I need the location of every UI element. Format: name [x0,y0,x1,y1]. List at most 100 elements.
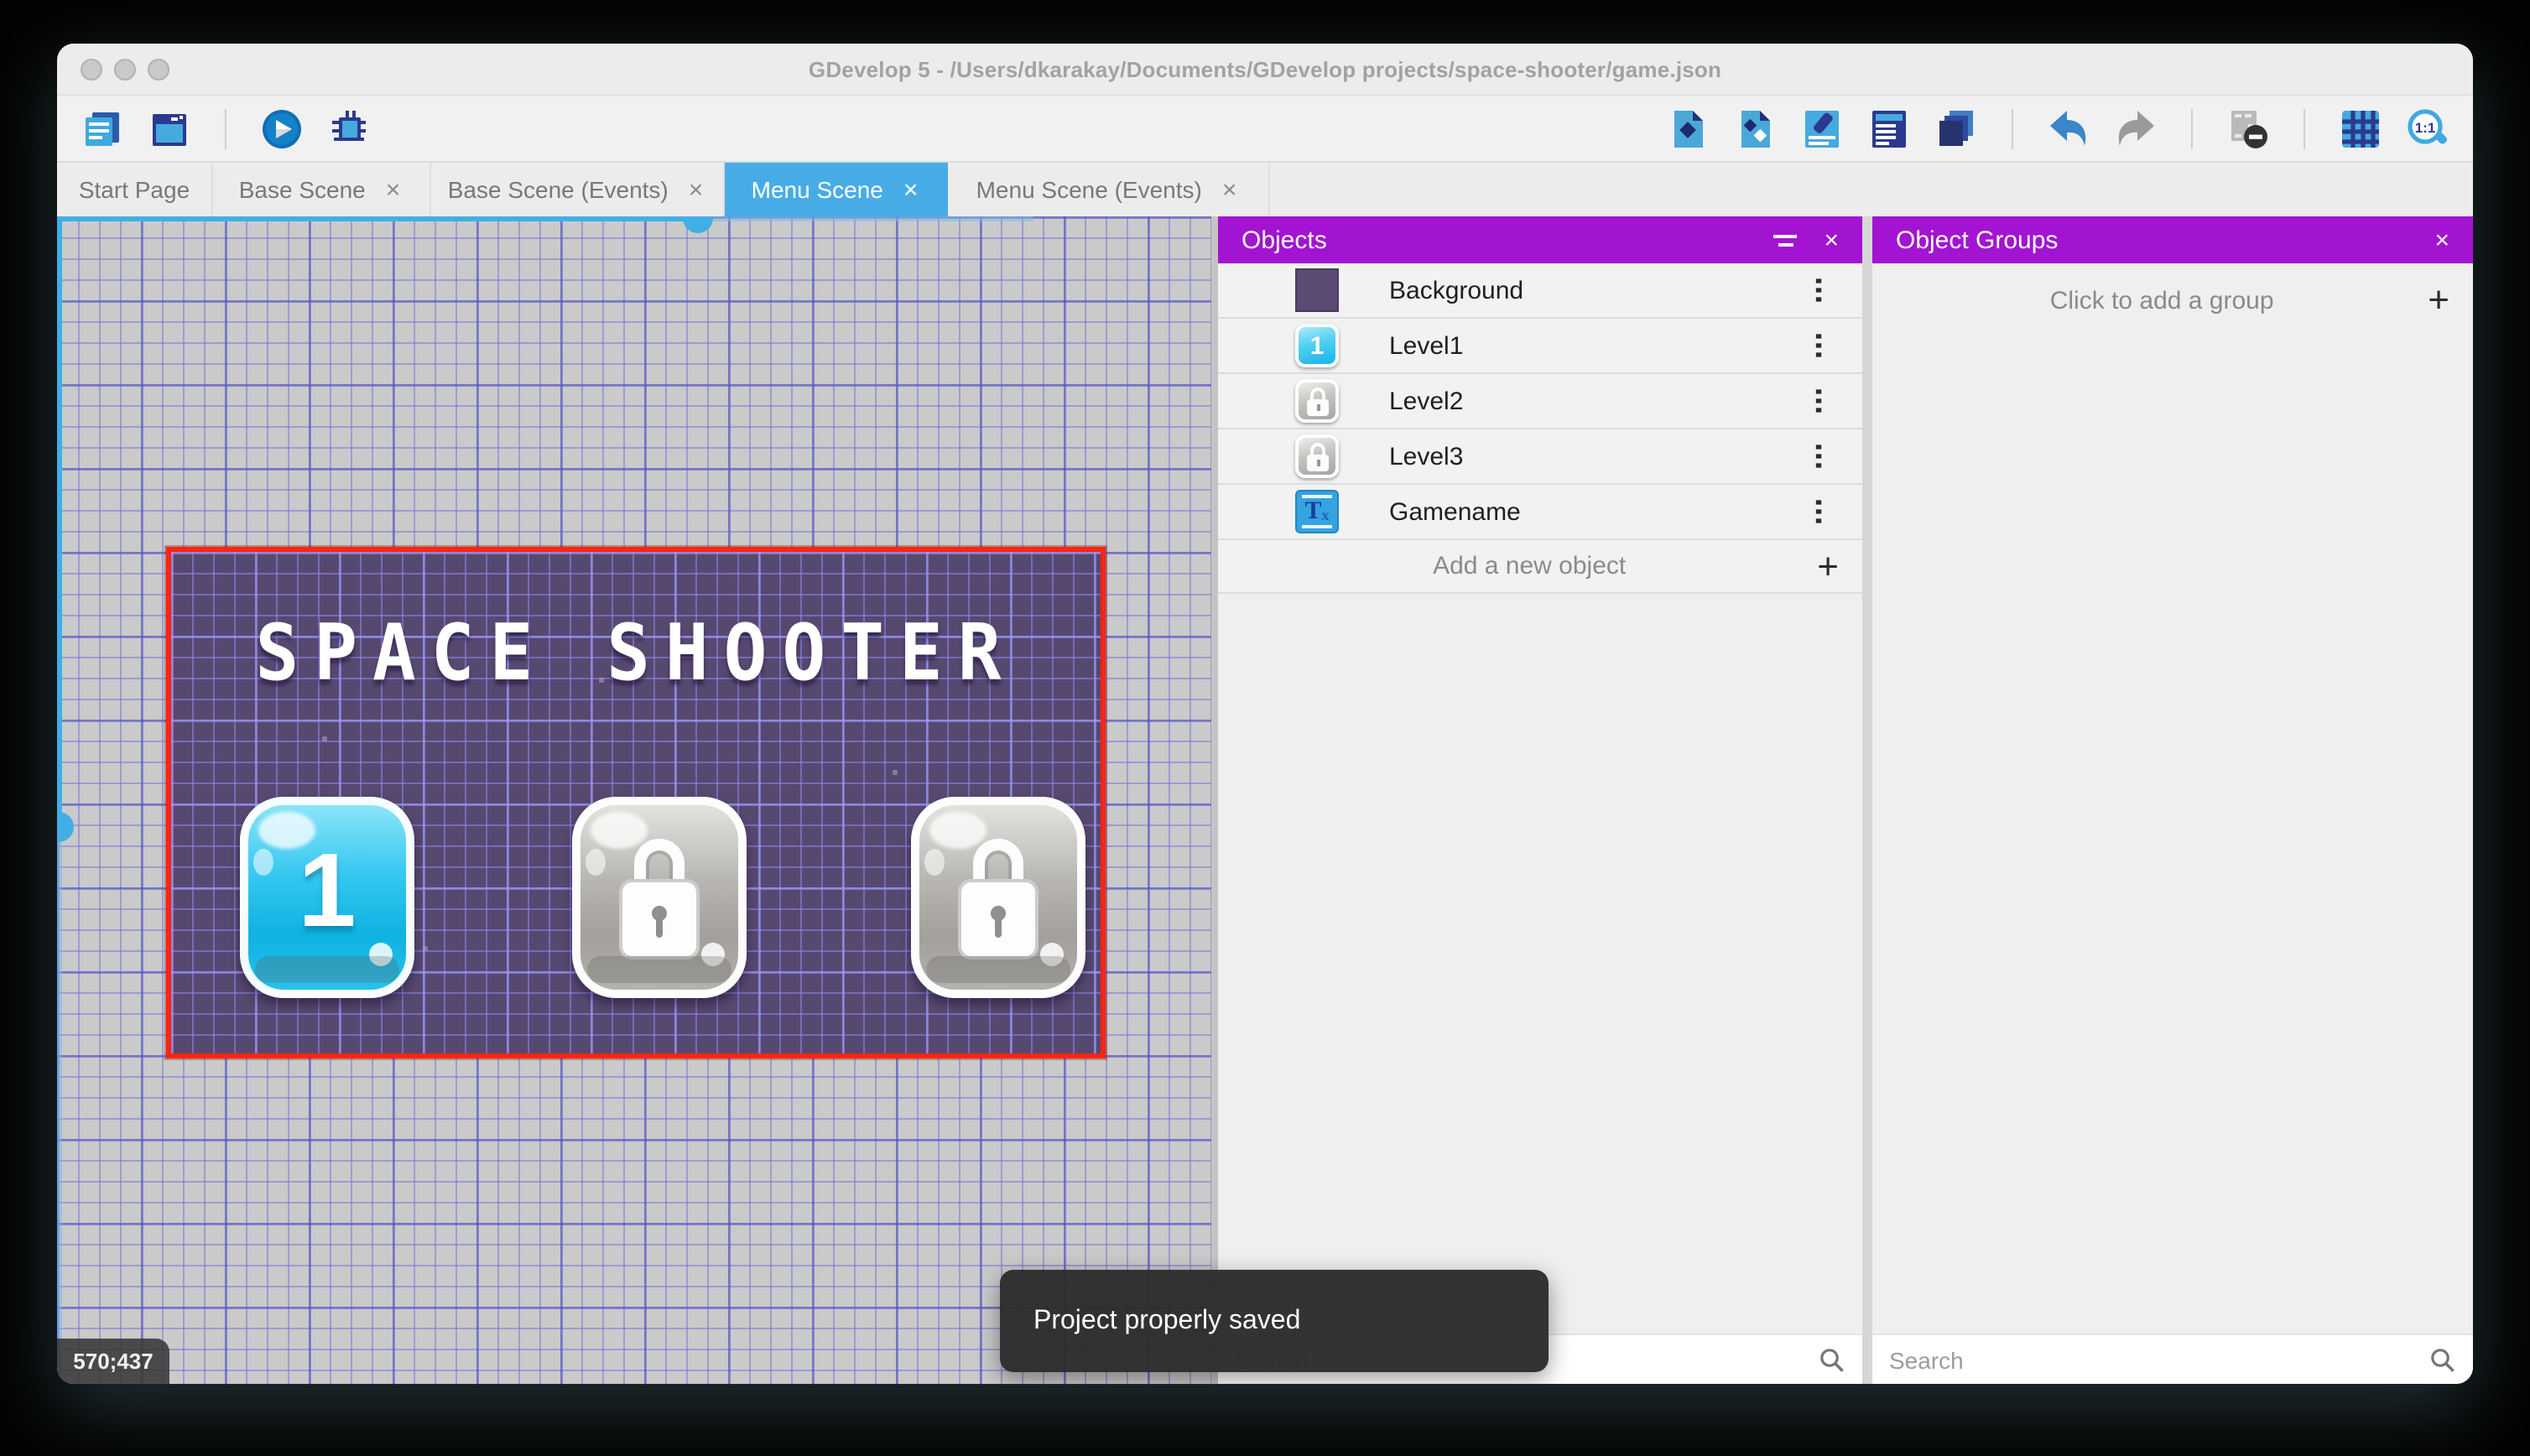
toolbar-separator [2191,108,2193,148]
properties-panel-icon[interactable] [1864,103,1914,153]
edit-scene-properties-icon[interactable] [1797,103,1847,153]
vertical-scrollbar[interactable] [57,216,62,827]
maximize-window-button[interactable] [148,59,169,81]
close-tab-icon[interactable]: × [685,175,707,204]
scene-instance-background[interactable]: SPACE SHOOTER 1 [166,547,1106,1058]
main-toolbar: 1:1 [57,96,2473,163]
object-row-background[interactable]: Background ⋮ [1218,263,1862,319]
toolbar-separator [225,108,226,148]
add-object-label: Add a new object [1433,552,1627,580]
object-name: Background [1389,276,1524,304]
scene-editor-icon[interactable] [144,103,195,153]
project-manager-icon[interactable] [77,103,128,153]
object-menu-icon[interactable]: ⋮ [1790,273,1846,307]
tab-menu-scene-events[interactable]: Menu Scene (Events) × [948,163,1270,216]
panel-resize-divider[interactable] [1211,216,1218,1384]
add-object-button[interactable]: Add a new object + [1218,540,1862,594]
tab-label: Menu Scene [751,176,883,203]
tab-menu-scene[interactable]: Menu Scene × [725,163,948,216]
level-3-locked-sprite [911,797,1085,998]
object-menu-icon[interactable]: ⋮ [1790,495,1846,528]
traffic-lights [81,59,169,81]
horizontal-scrollbar-handle[interactable] [683,216,713,233]
close-tab-icon[interactable]: × [1219,175,1241,204]
scene-game-title: SPACE SHOOTER [255,609,1017,699]
level3-thumbnail [1295,434,1339,478]
object-name: Gamename [1389,497,1521,526]
tab-label: Base Scene (Events) [447,176,669,203]
cursor-coordinates-badge: 570;437 [57,1339,169,1384]
add-group-label: Click to add a group [2049,286,2274,315]
object-row-level3[interactable]: Level3 ⋮ [1218,429,1862,485]
redo-icon[interactable] [2111,103,2161,153]
object-groups-icon[interactable] [1730,103,1780,153]
minimize-window-button[interactable] [114,59,136,81]
add-group-button[interactable]: Click to add a group + [1872,263,2473,337]
object-groups-search-input[interactable] [1889,1346,2429,1373]
tab-label: Menu Scene (Events) [976,176,1202,203]
level1-thumbnail: 1 [1295,324,1339,367]
toolbar-separator [2304,108,2305,148]
desktop: GDevelop 5 - /Users/dkarakay/Documents/G… [0,0,2530,1456]
tab-label: Base Scene [238,176,366,203]
object-name: Level2 [1389,387,1464,415]
close-panel-icon[interactable]: × [1824,226,1839,254]
object-row-level2[interactable]: Level2 ⋮ [1218,374,1862,429]
undo-icon[interactable] [2043,103,2094,153]
scene-canvas[interactable]: SPACE SHOOTER 1 570;437 [57,216,1211,1384]
close-tab-icon[interactable]: × [383,175,404,204]
object-groups-panel-header: Object Groups × [1872,216,2473,263]
object-menu-icon[interactable]: ⋮ [1790,329,1846,362]
level-number: 1 [298,834,357,949]
close-panel-icon[interactable]: × [2434,226,2449,254]
objects-panel: Objects × Background ⋮ 1 Level1 ⋮ Level2… [1218,216,1862,1384]
tab-base-scene-events[interactable]: Base Scene (Events) × [431,163,725,216]
editor-tabs: Start Page Base Scene × Base Scene (Even… [57,163,2473,216]
gamename-thumbnail: Tx [1295,490,1339,533]
window-title: GDevelop 5 - /Users/dkarakay/Documents/G… [808,56,1722,81]
save-toast: Project properly saved [1000,1270,1549,1372]
tab-label: Start Page [78,176,190,203]
tab-start-page[interactable]: Start Page [57,163,213,216]
objects-panel-header: Objects × [1218,216,1862,263]
vertical-scrollbar-handle[interactable] [57,812,74,842]
object-groups-panel: Object Groups × Click to add a group + [1872,216,2473,1384]
object-row-gamename[interactable]: Tx Gamename ⋮ [1218,485,1862,540]
level-2-locked-sprite [572,797,747,998]
search-icon [2431,1348,2455,1371]
svg-text:1:1: 1:1 [2415,119,2436,135]
object-groups-panel-title: Object Groups [1896,226,2059,254]
gdevelop-window: GDevelop 5 - /Users/dkarakay/Documents/G… [57,44,2473,1384]
add-object-icon[interactable] [1663,103,1713,153]
debug-icon[interactable] [324,103,374,153]
play-icon[interactable] [257,103,307,153]
object-name: Level3 [1389,442,1464,471]
zoom-1-1-icon[interactable]: 1:1 [2402,103,2453,153]
lock-icon [619,839,700,959]
close-tab-icon[interactable]: × [900,175,922,204]
object-menu-icon[interactable]: ⋮ [1790,384,1846,418]
background-thumbnail [1295,268,1339,312]
horizontal-scrollbar[interactable] [57,216,698,221]
object-menu-icon[interactable]: ⋮ [1790,439,1846,473]
search-icon [1820,1348,1844,1371]
close-window-button[interactable] [81,59,102,81]
object-name: Level1 [1389,331,1464,360]
layers-icon[interactable] [1931,103,1981,153]
filter-icon[interactable] [1773,234,1798,246]
tab-base-scene[interactable]: Base Scene × [213,163,431,216]
level2-thumbnail [1295,379,1339,423]
plus-icon: + [1817,544,1839,586]
object-row-level1[interactable]: 1 Level1 ⋮ [1218,319,1862,374]
title-bar: GDevelop 5 - /Users/dkarakay/Documents/G… [57,44,2473,96]
panel-resize-divider[interactable] [1862,216,1872,1384]
objects-panel-title: Objects [1242,226,1327,254]
level-1-button-sprite: 1 [240,797,414,998]
toolbar-separator [2012,108,2013,148]
plus-icon: + [2428,278,2449,320]
mask-toggle-icon[interactable] [2223,103,2273,153]
grid-toggle-icon[interactable] [2335,103,2386,153]
object-groups-search-bar [1872,1334,2473,1384]
toast-message: Project properly saved [1033,1306,1301,1334]
lock-icon [958,839,1039,959]
